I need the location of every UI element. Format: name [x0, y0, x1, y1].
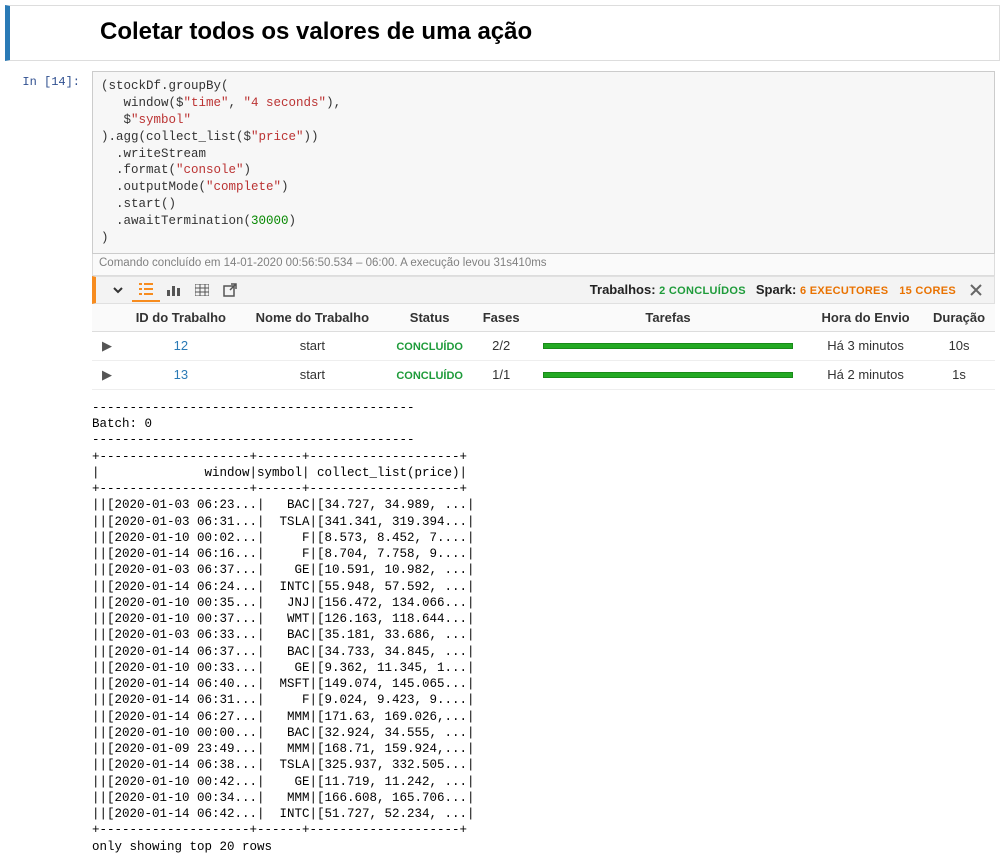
list-icon — [139, 283, 153, 295]
job-duration: 1s — [923, 360, 995, 389]
chevron-down-icon — [113, 285, 123, 295]
popout-button[interactable] — [216, 278, 244, 302]
table-icon — [195, 284, 209, 296]
job-tasks — [528, 360, 808, 389]
bar-chart-icon — [167, 284, 181, 296]
col-stages: Fases — [474, 304, 528, 332]
job-submit: Há 3 minutos — [808, 331, 923, 360]
popout-icon — [223, 283, 237, 297]
job-id-link[interactable]: 12 — [122, 331, 240, 360]
jobs-label: Trabalhos: — [590, 282, 656, 297]
console-output: ----------------------------------------… — [92, 400, 995, 855]
execution-status: Comando concluído em 14-01-2020 00:56:50… — [92, 254, 995, 276]
job-status: CONCLUÍDO — [385, 360, 474, 389]
expand-row[interactable]: ▶ — [92, 360, 122, 389]
spark-label: Spark: — [756, 282, 796, 297]
prompt-label: In [14]: — [0, 71, 92, 855]
spark-widget-bar: Trabalhos: 2 CONCLUÍDOS Spark: 6 EXECUTO… — [92, 276, 995, 304]
heading-cell: Coletar todos os valores de uma ação — [5, 5, 1000, 61]
job-id-link[interactable]: 13 — [122, 360, 240, 389]
collapse-toggle[interactable] — [104, 278, 132, 302]
table-row: ▶13startCONCLUÍDO1/1 Há 2 minutos1s — [92, 360, 995, 389]
jobs-table: ID do Trabalho Nome do Trabalho Status F… — [92, 304, 995, 390]
executors-count[interactable]: 6 EXECUTORES — [800, 285, 888, 297]
table-row: ▶12startCONCLUÍDO2/2 Há 3 minutos10s — [92, 331, 995, 360]
table-view-button[interactable] — [188, 278, 216, 302]
job-stages: 1/1 — [474, 360, 528, 389]
job-name: start — [240, 331, 385, 360]
job-name: start — [240, 360, 385, 389]
chart-view-button[interactable] — [160, 278, 188, 302]
close-button[interactable] — [966, 284, 986, 296]
job-status: CONCLUÍDO — [385, 331, 474, 360]
page-title: Coletar todos os valores de uma ação — [100, 18, 981, 46]
col-job-name: Nome do Trabalho — [240, 304, 385, 332]
col-job-id: ID do Trabalho — [122, 304, 240, 332]
input-cell: In [14]: (stockDf.groupBy( window($"time… — [0, 71, 1005, 855]
list-view-button[interactable] — [132, 278, 160, 302]
expand-row[interactable]: ▶ — [92, 331, 122, 360]
jobs-count[interactable]: 2 CONCLUÍDOS — [659, 285, 746, 297]
close-icon — [970, 284, 982, 296]
col-submit: Hora do Envio — [808, 304, 923, 332]
col-duration: Duração — [923, 304, 995, 332]
col-status: Status — [385, 304, 474, 332]
code-input[interactable]: (stockDf.groupBy( window($"time", "4 sec… — [92, 71, 995, 254]
job-submit: Há 2 minutos — [808, 360, 923, 389]
cores-count[interactable]: 15 CORES — [899, 285, 956, 297]
job-stages: 2/2 — [474, 331, 528, 360]
col-tasks: Tarefas — [528, 304, 808, 332]
job-tasks — [528, 331, 808, 360]
job-duration: 10s — [923, 331, 995, 360]
